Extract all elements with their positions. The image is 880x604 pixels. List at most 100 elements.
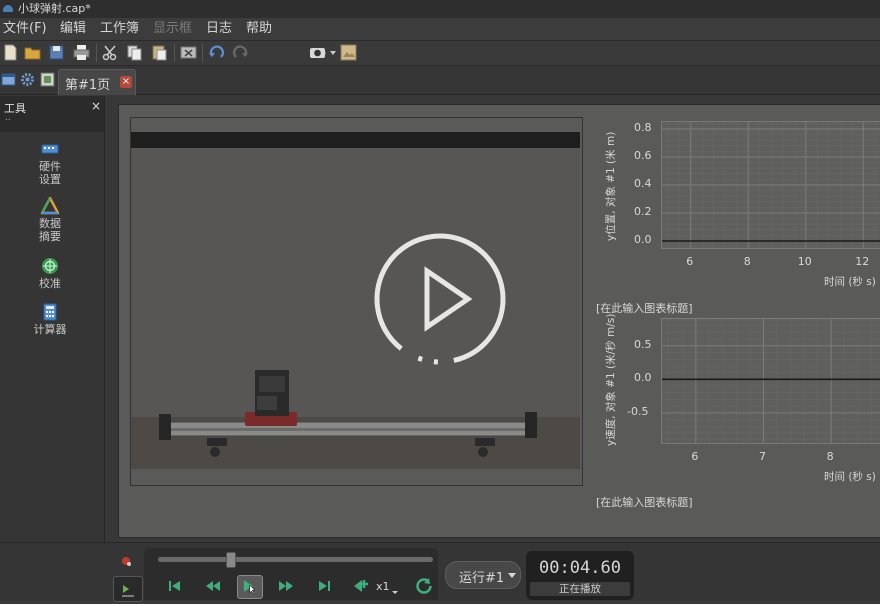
fast-forward-button[interactable] xyxy=(276,576,296,596)
chevron-down-icon xyxy=(508,573,516,578)
calibrate-icon xyxy=(41,257,59,275)
window-title: 小球弹射.cap* xyxy=(18,2,91,15)
playback-slider-thumb[interactable] xyxy=(226,552,236,568)
record-icon[interactable] xyxy=(120,555,132,567)
chart2-svg xyxy=(662,319,880,443)
y-tick-label: 0.4 xyxy=(634,177,652,190)
x-tick-label: 6 xyxy=(691,450,699,463)
tool-label: 设置 xyxy=(39,173,61,186)
menu-log[interactable]: 日志 xyxy=(206,21,232,37)
camera-icon[interactable] xyxy=(309,44,326,61)
panel-drag-handle[interactable]: .. xyxy=(5,113,11,123)
time-readout: 00:04.60 xyxy=(539,558,621,578)
copy-icon[interactable] xyxy=(126,44,143,61)
print-icon[interactable] xyxy=(73,44,90,61)
x-tick-label: 8 xyxy=(743,255,751,268)
x-tick-label: 10 xyxy=(797,255,812,268)
camera-dropdown-arrow[interactable] xyxy=(330,51,336,55)
title-bar: 小球弹射.cap* xyxy=(0,0,880,18)
chart2-ylabel: y速度, 对象 #1 (米/秒 m/s) xyxy=(605,313,617,446)
time-display: 00:04.60 正在播放 xyxy=(526,551,634,600)
open-folder-icon[interactable] xyxy=(24,44,41,61)
chart-y-position[interactable]: y位置, 对象 #1 (米 m) 0.8 0.6 0.4 0.2 0.0 6 8 10 12 … xyxy=(586,117,880,297)
video-display[interactable] xyxy=(131,132,580,469)
tool-label: 校准 xyxy=(39,277,61,290)
toolbar-separator xyxy=(96,44,97,62)
x-tick-label: 6 xyxy=(686,255,694,268)
menu-edit[interactable]: 编辑 xyxy=(60,21,86,37)
tool-hardware-setup[interactable]: 硬件 设置 xyxy=(24,140,76,186)
close-tab-icon[interactable]: × xyxy=(120,76,132,88)
menu-file[interactable]: 文件(F) xyxy=(3,21,47,37)
chart1-svg xyxy=(662,122,880,248)
undo-icon[interactable] xyxy=(208,44,225,61)
chart1-plot-area[interactable] xyxy=(661,121,880,249)
tool-label: 摘要 xyxy=(39,230,61,243)
y-tick-label: 0.5 xyxy=(634,337,652,351)
settings-gear-icon[interactable] xyxy=(20,72,35,87)
chart1-xlabel: 时间 (秒 s) xyxy=(824,276,876,288)
skip-to-start-button[interactable] xyxy=(165,576,185,596)
app-icon xyxy=(3,5,13,12)
toolbar xyxy=(0,41,880,66)
playback-status: 正在播放 xyxy=(530,582,630,596)
y-tick-label: 0.0 xyxy=(634,233,652,246)
speed-plus-icon xyxy=(354,580,368,592)
chart-y-velocity[interactable]: y速度, 对象 #1 (米/秒 m/s) 0.5 0.0 -0.5 6 7 8 时间 (… xyxy=(586,313,880,486)
window-icon[interactable] xyxy=(1,72,16,87)
x-tick-label: 7 xyxy=(758,450,766,463)
tab-page-1[interactable]: 第#1页 × xyxy=(58,69,136,95)
image-icon[interactable] xyxy=(340,44,357,61)
skip-start-icon xyxy=(169,581,180,591)
tool-calibrate[interactable]: 校准 xyxy=(24,257,76,290)
tools-panel: 工具 × .. 硬件 设置 数据 摘要 校准 计算器 xyxy=(0,96,105,542)
tool-calculator[interactable]: 计算器 xyxy=(24,303,76,336)
page-tab-strip: 第#1页 × xyxy=(0,66,880,95)
tools-panel-header: 工具 × .. xyxy=(0,96,104,132)
loop-icon xyxy=(416,578,432,594)
loop-button[interactable] xyxy=(414,576,434,596)
cut-icon[interactable] xyxy=(102,44,119,61)
menu-display[interactable]: 显示框 xyxy=(153,21,192,37)
speed-button[interactable] xyxy=(352,576,372,596)
expand-icon xyxy=(122,585,134,597)
fast-forward-icon xyxy=(279,581,293,591)
toggle-panel-button[interactable] xyxy=(113,576,143,602)
calculator-icon xyxy=(41,303,59,321)
skip-to-end-button[interactable] xyxy=(314,576,334,596)
y-tick-label: 0.0 xyxy=(634,371,652,385)
y-tick-label: 0.6 xyxy=(634,149,652,162)
speed-label: x1 xyxy=(376,580,390,593)
playback-slider[interactable] xyxy=(158,557,433,562)
play-circle-icon[interactable] xyxy=(372,231,508,367)
chart2-xlabel: 时间 (秒 s) xyxy=(824,471,876,483)
page-overview-icon[interactable] xyxy=(40,72,55,87)
tool-label: 计算器 xyxy=(33,323,67,336)
menu-help[interactable]: 帮助 xyxy=(246,21,272,37)
new-file-icon[interactable] xyxy=(2,44,19,61)
speed-dropdown-arrow[interactable] xyxy=(392,591,398,594)
x-tick-label: 8 xyxy=(826,450,834,463)
video-scene xyxy=(159,370,538,457)
tool-label: 硬件 xyxy=(39,160,61,173)
save-icon[interactable] xyxy=(48,44,65,61)
y-tick-label: 0.2 xyxy=(634,205,652,218)
paste-icon[interactable] xyxy=(151,44,168,61)
rewind-button[interactable] xyxy=(203,576,223,596)
tool-data-summary[interactable]: 数据 摘要 xyxy=(24,197,76,243)
rewind-icon xyxy=(206,581,220,591)
toolbar-separator xyxy=(202,44,203,62)
chart3-title[interactable]: [在此输入图表标题] xyxy=(596,494,693,510)
data-summary-icon xyxy=(41,197,59,215)
x-tick-label: 12 xyxy=(855,255,870,268)
chart2-plot-area[interactable] xyxy=(661,318,880,444)
menu-workbook[interactable]: 工作簿 xyxy=(100,21,139,37)
tool-label: 数据 xyxy=(39,217,61,230)
play-button[interactable] xyxy=(237,575,263,599)
close-panel-icon[interactable]: × xyxy=(91,99,101,113)
y-tick-label: 0.8 xyxy=(634,121,652,134)
run-select[interactable]: 运行#1 xyxy=(445,561,521,589)
delete-icon[interactable] xyxy=(180,44,197,61)
play-icon xyxy=(243,580,256,594)
redo-icon[interactable] xyxy=(232,44,249,61)
